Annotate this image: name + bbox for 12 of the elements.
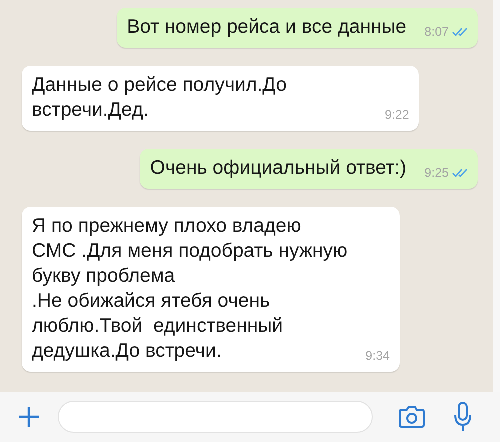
- message-text: Вот номер рейса и все данные: [127, 15, 407, 40]
- message-input-field[interactable]: [58, 401, 373, 433]
- camera-icon[interactable]: [398, 405, 426, 429]
- message-text: Данные о рейсе получил.До встречи.Дед.: [32, 73, 288, 123]
- message-time: 9:22: [385, 108, 410, 122]
- message-text: Я по прежнему плохо владею СМС .Для меня подобрать нужную букву проблема .Не обижайся ятебя очень люблю.Твой единственный дедушка.До встречи.: [32, 214, 348, 364]
- message-time: 9:34: [366, 349, 390, 363]
- message-time: 9:25: [424, 166, 449, 180]
- message-text: Очень официальный ответ:): [150, 156, 407, 181]
- microphone-icon[interactable]: [454, 402, 472, 432]
- plus-icon[interactable]: [17, 405, 41, 429]
- message-time: 8:07: [424, 25, 449, 39]
